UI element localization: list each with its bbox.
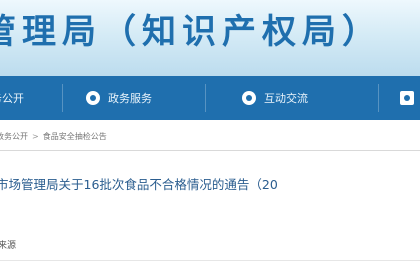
breadcrumb-link-2[interactable]: 食品安全抽检公告 [43, 131, 107, 142]
main-nav: 政务公开 政务服务 互动交流 [0, 76, 420, 120]
nav-item-label: 互动交流 [264, 92, 308, 105]
nav-divider [62, 84, 63, 112]
nav-bullet-icon [86, 91, 100, 105]
nav-divider [378, 84, 379, 112]
breadcrumb-link-1[interactable]: 政务公开 [0, 131, 28, 142]
nav-bullet-icon [400, 91, 414, 105]
nav-item-label: 政务服务 [108, 92, 152, 105]
divider [0, 260, 420, 261]
nav-divider [205, 84, 206, 112]
nav-item-1[interactable]: 政务公开 [0, 76, 24, 120]
article-title: 市场管理局关于16批次食品不合格情况的通告（20 [0, 177, 278, 192]
nav-item-2[interactable]: 政务服务 [86, 76, 152, 120]
article-meta: 来源 [0, 241, 17, 251]
site-banner: 管理局（知识产权局） [0, 0, 420, 76]
breadcrumb: 政务公开 > 食品安全抽检公告 [0, 128, 107, 144]
nav-item-label: 政务公开 [0, 92, 24, 105]
nav-item-3[interactable]: 互动交流 [242, 76, 308, 120]
nav-bullet-icon [242, 91, 256, 105]
divider [0, 150, 420, 151]
nav-item-4[interactable] [400, 76, 414, 120]
breadcrumb-separator: > [32, 131, 39, 141]
site-title: 管理局（知识产权局） [0, 12, 382, 52]
